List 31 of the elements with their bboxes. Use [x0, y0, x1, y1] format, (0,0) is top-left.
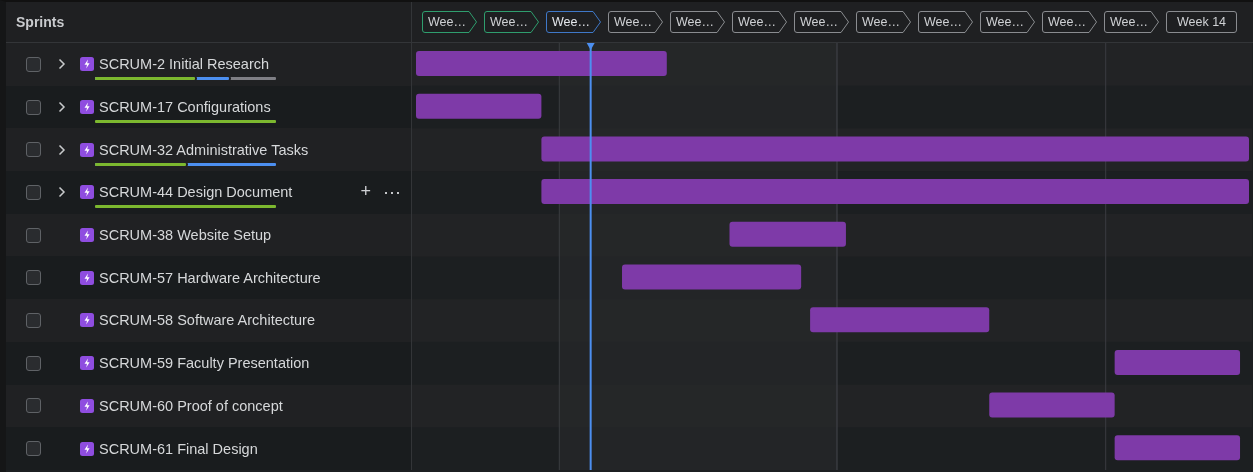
issue-title[interactable]: SCRUM-57 Hardware Architecture — [99, 269, 321, 286]
sprint-chip[interactable]: Wee… — [732, 11, 788, 33]
issue-title[interactable]: SCRUM-60 Proof of concept — [99, 397, 283, 414]
issue-title[interactable]: SCRUM-17 Configurations — [99, 99, 271, 116]
issue-row[interactable]: SCRUM-60 Proof of concept — [6, 384, 411, 428]
issue-title[interactable]: SCRUM-44 Design Document — [99, 184, 293, 201]
sprint-chip[interactable]: Wee… — [980, 11, 1036, 33]
sprint-chip[interactable]: Wee… — [546, 11, 602, 33]
sprint-chip[interactable]: Week 14 — [1166, 11, 1237, 33]
panel-title: Sprints — [16, 14, 65, 30]
row-action[interactable]: + — [360, 181, 371, 204]
sprint-chip[interactable]: Wee… — [608, 11, 664, 33]
issue-title[interactable]: SCRUM-61 Final Design — [99, 440, 258, 457]
issue-title[interactable]: SCRUM-2 Initial Research — [99, 56, 270, 73]
sprint-chip[interactable]: Wee… — [670, 11, 726, 33]
issue-title[interactable]: SCRUM-59 Faculty Presentation — [99, 355, 310, 372]
issue-row[interactable]: SCRUM-38 Website Setup — [6, 213, 411, 257]
sprint-chip[interactable]: Wee… — [794, 11, 850, 33]
issue-row[interactable]: SCRUM-2 Initial Research — [6, 43, 411, 86]
issue-row[interactable]: SCRUM-58 Software Architecture — [6, 299, 411, 342]
sprint-chip[interactable]: Wee… — [1104, 11, 1160, 33]
issue-title[interactable]: SCRUM-32 Administrative Tasks — [99, 141, 309, 158]
sprint-chip[interactable]: Wee… — [484, 11, 540, 33]
issue-title[interactable]: SCRUM-58 Software Architecture — [99, 312, 315, 329]
row-action[interactable]: ⋯ — [383, 181, 401, 204]
sprint-chip[interactable]: Wee… — [918, 11, 974, 33]
sprint-chip[interactable]: Wee… — [1042, 11, 1098, 33]
sprint-chip[interactable]: Wee… — [856, 11, 912, 33]
issue-title[interactable]: SCRUM-38 Website Setup — [99, 227, 272, 244]
issue-row[interactable]: SCRUM-32 Administrative Tasks — [6, 128, 411, 172]
sprint-chip[interactable]: Wee… — [422, 11, 478, 33]
